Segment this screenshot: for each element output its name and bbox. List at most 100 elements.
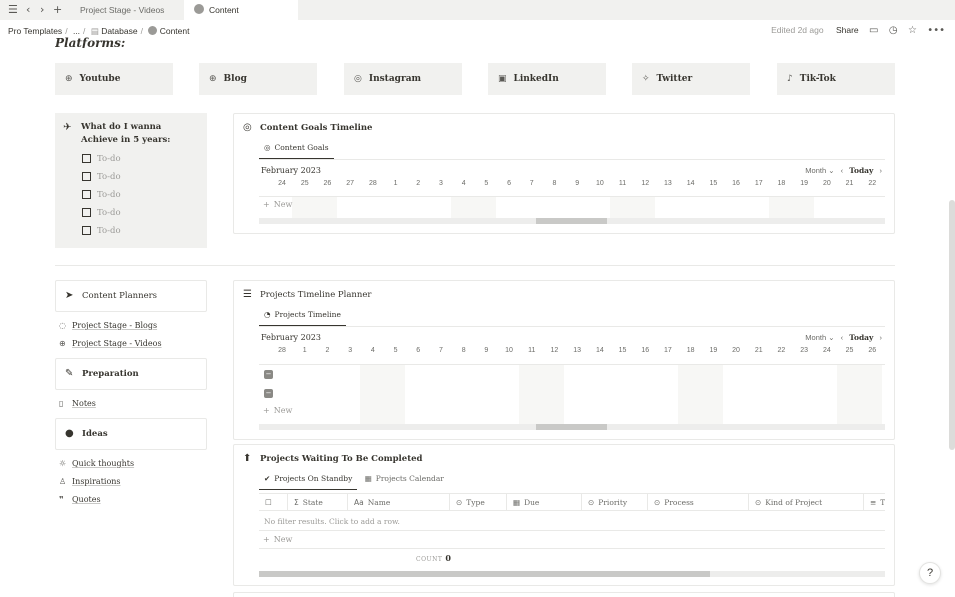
airplane-icon: ✈ — [63, 122, 72, 133]
breadcrumb-item[interactable]: ... — [73, 26, 80, 36]
more-icon[interactable]: ••• — [927, 25, 945, 36]
ideas-button[interactable]: ● Ideas — [55, 418, 207, 450]
column-header-due[interactable]: ▦ Due — [506, 494, 581, 510]
timeline-days: 28 1 2 3 4 5 6 7 8 9 10 11 12 13 14 15 16 17 18 19 20 21 22 23 2… — [259, 347, 884, 357]
collapse-icon[interactable]: − — [264, 370, 273, 379]
scale-dropdown[interactable]: Month ⌄ — [805, 333, 834, 342]
horizontal-scrollbar[interactable] — [259, 218, 885, 224]
collapse-icon[interactable]: − — [264, 389, 273, 398]
count-summary[interactable]: COUNT 0 — [416, 553, 451, 563]
timeline-day: 16 — [732, 180, 740, 187]
calendar-icon: ▦ — [364, 474, 372, 483]
timeline-day: 7 — [438, 347, 443, 354]
column-header-t[interactable]: ≡ T — [863, 494, 885, 510]
checkbox[interactable] — [82, 190, 91, 199]
platform-button-tiktok[interactable]: ♪ Tik-Tok — [777, 63, 895, 95]
next-icon[interactable]: › — [880, 333, 883, 342]
column-header-type[interactable]: ⊙ Type — [449, 494, 506, 510]
todo-item[interactable]: To-do — [82, 150, 199, 168]
todo-item[interactable]: To-do — [82, 168, 199, 186]
checkbox[interactable] — [82, 172, 91, 181]
content-planners-button[interactable]: ➤ Content Planners — [55, 280, 207, 312]
platforms-heading: Platforms: — [55, 36, 126, 48]
timeline-day: 25 — [300, 180, 309, 187]
breadcrumb-item[interactable]: Content — [160, 26, 190, 36]
link-project-stage-blogs[interactable]: ◌ Project Stage - Blogs — [59, 321, 157, 330]
platform-button-blog[interactable]: ⊕ Blog — [199, 63, 317, 95]
platform-label: Tik-Tok — [799, 74, 836, 84]
select-all-checkbox[interactable]: ☐ — [259, 494, 275, 510]
horizontal-scrollbar[interactable] — [259, 571, 885, 577]
checkbox[interactable] — [82, 226, 91, 235]
platform-button-instagram[interactable]: ◎ Instagram — [344, 63, 462, 95]
platform-button-twitter[interactable]: ✧ Twitter — [632, 63, 750, 95]
scale-dropdown[interactable]: Month ⌄ — [805, 166, 834, 175]
checkbox[interactable] — [82, 208, 91, 217]
new-row-button[interactable]: + New — [263, 200, 292, 209]
column-header-name[interactable]: Aa Name — [347, 494, 449, 510]
projects-waiting-title[interactable]: Projects Waiting To Be Completed — [260, 454, 422, 464]
timeline-day: 19 — [800, 180, 809, 187]
timeline-day: 1 — [393, 180, 398, 187]
lightbulb-icon: ☼ — [59, 459, 67, 468]
tab-project-stage-videos[interactable]: Project Stage - Videos — [70, 0, 184, 20]
projects-timeline-title[interactable]: Projects Timeline Planner — [260, 290, 371, 300]
tab-projects-timeline[interactable]: ◔ Projects Timeline — [259, 308, 346, 326]
link-text: Quick thoughts — [72, 459, 135, 468]
target-icon: ◎ — [243, 122, 252, 133]
platform-button-linkedin[interactable]: ▣ LinkedIn — [488, 63, 606, 95]
checkbox[interactable] — [82, 154, 91, 163]
globe-icon: ⊕ — [59, 339, 66, 348]
menu-icon[interactable]: ☰ — [8, 3, 18, 16]
timeline-day: 6 — [507, 180, 511, 187]
timeline-day: 27 — [346, 180, 355, 187]
tab-projects-on-standby[interactable]: ✔ Projects On Standby — [259, 472, 358, 490]
todo-item[interactable]: To-do — [82, 222, 199, 240]
content-goals-title[interactable]: Content Goals Timeline — [260, 123, 372, 133]
count-value: 0 — [445, 553, 452, 563]
new-row-button[interactable]: + New — [263, 535, 292, 544]
link-quick-thoughts[interactable]: ☼ Quick thoughts — [59, 459, 134, 468]
todo-text: To-do — [97, 208, 121, 218]
link-text: Quotes — [72, 495, 101, 504]
vertical-scrollbar[interactable] — [949, 200, 955, 450]
prev-icon[interactable]: ‹ — [841, 333, 844, 342]
tab-projects-calendar[interactable]: ▦ Projects Calendar — [360, 472, 449, 490]
breadcrumb-item[interactable]: Pro Templates — [8, 26, 62, 36]
back-icon[interactable]: ‹ — [26, 3, 30, 16]
platform-button-youtube[interactable]: ⊕ Youtube — [55, 63, 173, 95]
link-quotes[interactable]: ❞ Quotes — [59, 495, 101, 504]
tab-content-goals[interactable]: ◎ Content Goals — [259, 141, 334, 159]
link-notes[interactable]: ▯ Notes — [59, 399, 96, 408]
new-row-button[interactable]: + New — [263, 406, 292, 415]
forward-icon[interactable]: › — [40, 3, 44, 16]
horizontal-scrollbar[interactable] — [259, 424, 885, 430]
breadcrumb-item[interactable]: Database — [101, 26, 137, 36]
timeline-day: 11 — [528, 347, 536, 354]
column-header-process[interactable]: ⊙ Process — [647, 494, 748, 510]
today-button[interactable]: Today — [849, 166, 873, 175]
empty-state-text[interactable]: No filter results. Click to add a row. — [264, 517, 400, 526]
page-icon — [194, 4, 204, 14]
tab-content[interactable]: Content — [184, 0, 298, 20]
link-inspirations[interactable]: ♙ Inspirations — [59, 477, 121, 486]
timeline-day: 20 — [822, 180, 831, 187]
next-icon[interactable]: › — [880, 166, 883, 175]
new-tab-icon[interactable]: + — [53, 3, 62, 16]
column-header-kind-of-project[interactable]: ⊙ Kind of Project — [748, 494, 863, 510]
star-icon[interactable]: ☆ — [908, 25, 917, 36]
history-icon[interactable]: ◷ — [889, 25, 898, 36]
tab-label: Projects Calendar — [375, 474, 444, 483]
prev-icon[interactable]: ‹ — [841, 166, 844, 175]
preparation-button[interactable]: ✎ Preparation — [55, 358, 207, 390]
column-header-state[interactable]: Σ State — [287, 494, 351, 510]
todo-item[interactable]: To-do — [82, 204, 199, 222]
comment-icon[interactable]: ▭ — [869, 25, 878, 36]
share-button[interactable]: Share — [836, 25, 859, 35]
column-label: T — [880, 498, 885, 507]
todo-item[interactable]: To-do — [82, 186, 199, 204]
today-button[interactable]: Today — [849, 333, 873, 342]
column-header-priority[interactable]: ⊙ Priority — [581, 494, 647, 510]
help-button[interactable]: ? — [919, 562, 941, 584]
link-project-stage-videos[interactable]: ⊕ Project Stage - Videos — [59, 339, 162, 348]
